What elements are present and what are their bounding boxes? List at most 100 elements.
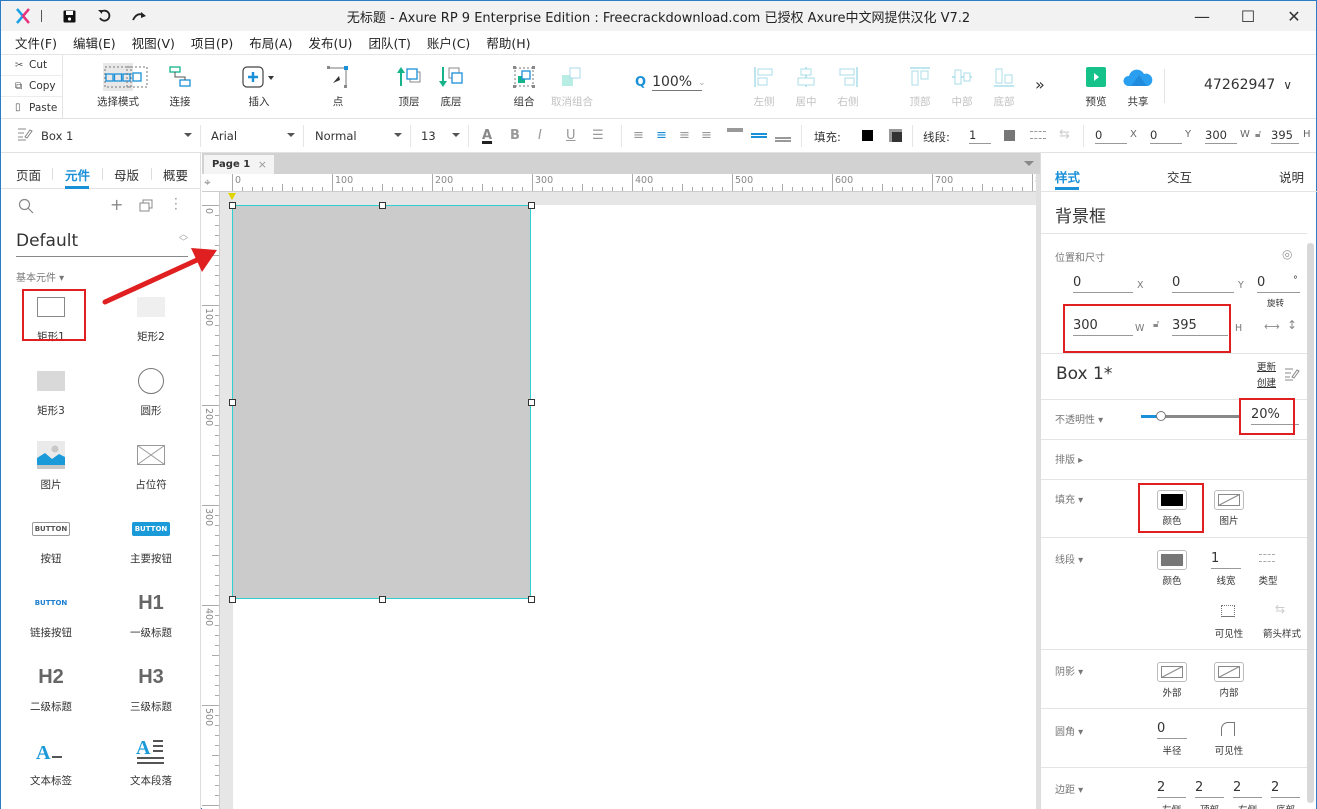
widget-heading-3[interactable]: H3 三级标题: [111, 659, 191, 729]
align-bottom-button[interactable]: 底部: [976, 63, 1032, 109]
widget-heading-2[interactable]: H2 二级标题: [11, 659, 91, 729]
copy-button[interactable]: ⧉ Copy: [1, 76, 62, 97]
stroke-type-icon[interactable]: [1259, 554, 1275, 562]
corner-radius-input[interactable]: 0: [1157, 719, 1187, 739]
align-text-center-icon[interactable]: ≡: [656, 128, 667, 143]
font-color-icon[interactable]: A: [482, 128, 492, 143]
pos-y-input[interactable]: 0: [1172, 273, 1234, 293]
typography-section-toggle[interactable]: 排版 ▸: [1055, 451, 1083, 466]
shadow-swatch[interactable]: [889, 129, 902, 142]
tab-widgets[interactable]: 元件: [65, 165, 90, 184]
stroke-section-label[interactable]: 线段 ▾: [1055, 551, 1083, 566]
widget-rectangle-3[interactable]: 矩形3: [11, 363, 91, 433]
widget-circle[interactable]: 圆形: [111, 363, 191, 433]
valign-middle-icon[interactable]: [751, 133, 767, 138]
right-panel-scrollbar[interactable]: [1307, 243, 1314, 803]
align-text-justify-icon[interactable]: ≡: [701, 128, 712, 143]
arrow-style-icon[interactable]: ⇆: [1059, 127, 1070, 142]
library-copy-icon[interactable]: [139, 199, 153, 212]
widget-link-button[interactable]: BUTTON 链接按钮: [11, 585, 91, 655]
close-button[interactable]: ✕: [1271, 1, 1317, 31]
valign-bottom-icon[interactable]: [775, 137, 791, 142]
opacity-slider-handle[interactable]: [1156, 411, 1166, 421]
save-icon[interactable]: [59, 6, 79, 26]
fit-height-icon[interactable]: ↕: [1287, 318, 1297, 332]
stroke-visibility-icon[interactable]: [1221, 605, 1235, 617]
padding-section-label[interactable]: 边距 ▾: [1055, 781, 1083, 796]
menu-help[interactable]: 帮助(H): [486, 33, 530, 52]
corner-visibility-icon[interactable]: [1221, 722, 1235, 736]
line-pattern-icon[interactable]: [1030, 131, 1046, 139]
update-style-link[interactable]: 更新: [1257, 359, 1276, 373]
corner-section-label[interactable]: 圆角 ▾: [1055, 723, 1083, 738]
zoom-value[interactable]: 100%: [652, 74, 703, 91]
inner-shadow-button[interactable]: [1214, 662, 1244, 682]
insert-button[interactable]: 插入: [231, 63, 287, 109]
search-icon[interactable]: [18, 198, 34, 214]
paste-button[interactable]: ▯ Paste: [1, 97, 62, 118]
tab-outline[interactable]: 概要: [163, 165, 188, 184]
padding-bottom-input[interactable]: 2: [1271, 778, 1300, 798]
connect-button[interactable]: 连接: [152, 63, 208, 109]
menu-project[interactable]: 项目(P): [191, 33, 233, 52]
tab-masters[interactable]: 母版: [114, 165, 139, 184]
widget-text-label[interactable]: A 文本标签: [11, 733, 91, 803]
padding-left-input[interactable]: 2: [1157, 778, 1186, 798]
menu-edit[interactable]: 编辑(E): [73, 33, 116, 52]
zoom-dropdown-icon[interactable]: ⌄: [698, 78, 706, 88]
stroke-color-button[interactable]: [1157, 550, 1187, 570]
fill-section-label[interactable]: 填充 ▾: [1055, 491, 1083, 506]
crosshair-icon[interactable]: ⌖: [204, 175, 211, 190]
menu-view[interactable]: 视图(V): [132, 33, 175, 52]
padding-top-input[interactable]: 2: [1195, 778, 1224, 798]
resize-handle-sw[interactable]: [229, 596, 236, 603]
widget-primary-button[interactable]: BUTTON 主要按钮: [111, 511, 191, 581]
menu-arrange[interactable]: 布局(A): [249, 33, 292, 52]
widget-style-select[interactable]: Box 1: [41, 125, 201, 147]
widget-group-header[interactable]: 基本元件 ▾: [16, 269, 64, 284]
menu-file[interactable]: 文件(F): [15, 33, 57, 52]
resize-handle-nw[interactable]: [229, 202, 236, 209]
resize-handle-e[interactable]: [528, 399, 535, 406]
resize-handle-w[interactable]: [229, 399, 236, 406]
line-width-input[interactable]: 1: [969, 126, 991, 144]
widget-button[interactable]: BUTTON 按钮: [11, 511, 91, 581]
menu-team[interactable]: 团队(T): [368, 33, 410, 52]
undo-icon[interactable]: [94, 6, 114, 26]
width-input[interactable]: 300: [1205, 126, 1237, 144]
ungroup-button[interactable]: 取消组合: [544, 63, 600, 109]
y-input[interactable]: 0: [1150, 126, 1182, 144]
page-tab[interactable]: Page 1 ×: [204, 155, 274, 174]
more-tools-icon[interactable]: »: [1035, 75, 1045, 94]
tab-notes[interactable]: 说明: [1279, 167, 1304, 186]
tab-interactions[interactable]: 交互: [1167, 167, 1192, 186]
lock-icon[interactable]: 🔓︎: [1255, 129, 1261, 140]
tab-pages[interactable]: 页面: [16, 165, 41, 184]
share-button[interactable]: 共享: [1110, 63, 1166, 109]
pos-x-input[interactable]: 0: [1073, 273, 1133, 293]
shadow-section-label[interactable]: 阴影 ▾: [1055, 663, 1083, 678]
arrow-style-icon[interactable]: ⇆: [1275, 602, 1285, 616]
padding-right-input[interactable]: 2: [1233, 778, 1262, 798]
create-style-link[interactable]: 创建: [1257, 375, 1276, 389]
cut-button[interactable]: ✂ Cut: [1, 55, 62, 76]
fill-color-swatch[interactable]: [862, 130, 873, 141]
align-right-button[interactable]: 右侧: [820, 63, 876, 109]
fit-width-icon[interactable]: ⟷: [1264, 320, 1280, 333]
eye-visibility-icon[interactable]: ◎: [1282, 247, 1292, 261]
maximize-button[interactable]: ☐: [1225, 1, 1271, 31]
stroke-width-input[interactable]: 1: [1211, 549, 1241, 569]
account-menu[interactable]: 47262947 ∨: [1204, 77, 1292, 93]
more-options-icon[interactable]: · · ·: [174, 193, 178, 215]
tab-style[interactable]: 样式: [1055, 167, 1080, 186]
zoom-control[interactable]: Q 100% ⌄: [635, 74, 706, 91]
resize-handle-n[interactable]: [379, 202, 386, 209]
menu-account[interactable]: 账户(C): [427, 33, 470, 52]
resize-handle-se[interactable]: [528, 596, 535, 603]
menu-publish[interactable]: 发布(U): [309, 33, 353, 52]
underline-icon[interactable]: U: [566, 128, 576, 143]
align-text-right-icon[interactable]: ≡: [679, 128, 690, 143]
widget-placeholder[interactable]: 占位符: [111, 437, 191, 507]
style-edit-icon[interactable]: [17, 127, 33, 141]
italic-icon[interactable]: I: [538, 128, 542, 143]
